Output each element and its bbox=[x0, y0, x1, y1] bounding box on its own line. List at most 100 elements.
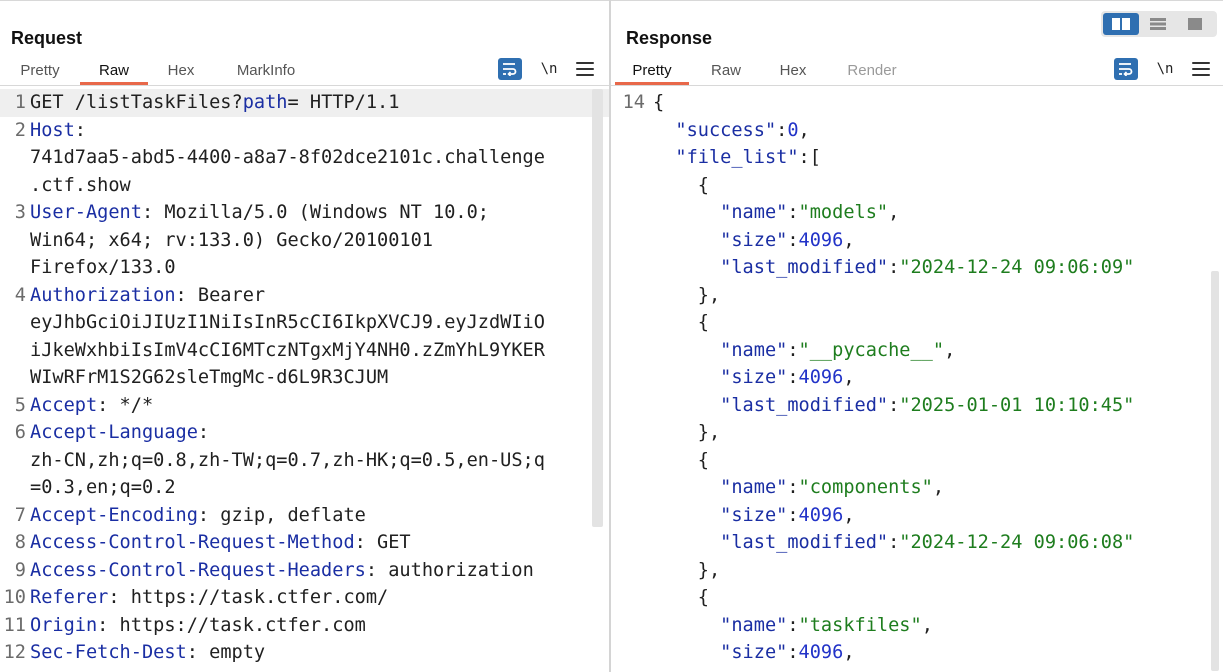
line-content: "size":4096, bbox=[653, 364, 1223, 392]
line-content: Authorization: Bearer bbox=[30, 282, 609, 310]
line-content: }, bbox=[653, 557, 1223, 585]
request-tab-pretty[interactable]: Pretty bbox=[0, 55, 80, 85]
request-menu-button[interactable] bbox=[576, 62, 594, 76]
response-pane: Response Pretty Raw Hex Render \n 14 { "s… bbox=[611, 0, 1223, 672]
line-number bbox=[611, 144, 653, 172]
line-content: "size":4096, bbox=[653, 502, 1223, 530]
response-tab-hex[interactable]: Hex bbox=[763, 55, 823, 85]
line-number bbox=[611, 364, 653, 392]
request-tab-hex[interactable]: Hex bbox=[148, 55, 214, 85]
response-scrollbar[interactable] bbox=[1211, 271, 1219, 671]
request-word-wrap-button[interactable] bbox=[498, 58, 522, 80]
response-tab-render[interactable]: Render bbox=[823, 55, 921, 85]
request-pane: Request Pretty Raw Hex MarkInfo \n 1 GET … bbox=[0, 0, 609, 672]
line-number bbox=[611, 337, 653, 365]
response-editor[interactable]: 14{ "success":0, "file_list":[ { "name":… bbox=[611, 89, 1223, 672]
code-line: 5 Accept: */* bbox=[0, 392, 609, 420]
code-token: : bbox=[888, 532, 900, 553]
line-number bbox=[611, 172, 653, 200]
line-content: User-Agent: Mozilla/5.0 (Windows NT 10.0… bbox=[30, 199, 609, 227]
line-number: 4 bbox=[14, 284, 26, 306]
code-token: Referer bbox=[30, 587, 109, 608]
code-token: WIwRFrM1S2G62sleTmgMc-d6L9R3CJUM bbox=[30, 367, 389, 388]
code-token: "name" bbox=[720, 339, 788, 361]
layout-stacked-button[interactable] bbox=[1140, 13, 1176, 35]
request-toolbar: \n bbox=[498, 57, 594, 81]
request-scrollbar[interactable] bbox=[592, 89, 603, 527]
code-token: Win64; x64; rv:133.0) Gecko/20100101 bbox=[30, 229, 433, 251]
response-menu-button[interactable] bbox=[1192, 62, 1210, 76]
code-line: =0.3,en;q=0.2 bbox=[0, 474, 609, 502]
line-number: 8 bbox=[14, 532, 26, 553]
line-number bbox=[611, 584, 653, 612]
line-number bbox=[0, 227, 30, 255]
line-number: 12 bbox=[3, 642, 26, 663]
code-line: { bbox=[611, 309, 1223, 337]
code-token: "2024-12-24 09:06:09" bbox=[899, 257, 1135, 278]
line-content: { bbox=[653, 447, 1223, 475]
response-word-wrap-button[interactable] bbox=[1114, 58, 1138, 80]
request-tab-markinfo[interactable]: MarkInfo bbox=[214, 55, 318, 85]
line-content: WIwRFrM1S2G62sleTmgMc-d6L9R3CJUM bbox=[30, 364, 609, 392]
request-title: Request bbox=[11, 28, 83, 48]
code-line: "size":4096, bbox=[611, 639, 1223, 667]
request-editor[interactable]: 1 GET /listTaskFiles?path= HTTP/1.1 2 Host:… bbox=[0, 89, 609, 672]
line-content: "name":"__pycache__", bbox=[653, 337, 1223, 365]
code-token: : bbox=[787, 367, 799, 388]
code-token: "models" bbox=[798, 202, 889, 223]
line-number bbox=[611, 502, 653, 530]
line-content: Win64; x64; rv:133.0) Gecko/20100101 bbox=[30, 227, 609, 255]
code-token: "components" bbox=[798, 477, 933, 498]
line-content: "last_modified":"2025-01-01 10:10:45" bbox=[653, 392, 1223, 420]
line-content: { bbox=[653, 89, 1223, 117]
code-line: zh-CN,zh;q=0.8,zh-TW;q=0.7,zh-HK;q=0.5,e… bbox=[0, 447, 609, 475]
code-token: "taskfiles" bbox=[798, 614, 922, 636]
code-line: 14 { bbox=[611, 89, 1223, 117]
layout-single-button[interactable] bbox=[1177, 13, 1213, 35]
code-token: "name" bbox=[720, 614, 788, 636]
response-show-newlines-button[interactable]: \n bbox=[1154, 61, 1176, 77]
response-tab-raw[interactable]: Raw bbox=[689, 55, 763, 85]
code-token: "size" bbox=[720, 229, 788, 251]
line-number: 6 bbox=[14, 422, 26, 443]
code-token: iJkeWxhbiIsImV4cCI6MTczNTgxMjY4NH0.zZmYh… bbox=[30, 339, 545, 361]
line-content: "size":4096, bbox=[653, 227, 1223, 255]
code-token: , bbox=[843, 367, 855, 388]
line-number: 7 bbox=[14, 504, 26, 526]
code-token: }, bbox=[653, 422, 721, 443]
code-token: =0.3,en;q=0.2 bbox=[30, 477, 176, 498]
layout-toggle bbox=[1101, 11, 1217, 37]
line-number bbox=[0, 364, 30, 392]
code-token: "size" bbox=[720, 367, 788, 388]
hamburger-menu-icon bbox=[1192, 62, 1210, 64]
code-line: "size":4096, bbox=[611, 502, 1223, 530]
line-content: Accept: */* bbox=[30, 392, 609, 420]
code-token: : bbox=[787, 202, 799, 223]
response-tab-pretty[interactable]: Pretty bbox=[615, 55, 689, 85]
code-line: 12 Sec-Fetch-Dest: empty bbox=[0, 639, 609, 667]
line-content: "name":"models", bbox=[653, 199, 1223, 227]
code-token: : bbox=[888, 394, 900, 416]
response-title: Response bbox=[626, 28, 713, 48]
line-number bbox=[0, 309, 30, 337]
code-token: :[ bbox=[798, 147, 821, 168]
line-content: "size":4096, bbox=[653, 639, 1223, 667]
request-show-newlines-button[interactable]: \n bbox=[538, 61, 560, 77]
line-content: Sec-Fetch-Mode: cors bbox=[30, 667, 609, 672]
line-number: 13 bbox=[0, 667, 30, 672]
request-tab-raw[interactable]: Raw bbox=[80, 55, 148, 85]
code-line: "last_modified":"2024-12-24 09:06:08" bbox=[611, 529, 1223, 557]
code-token: : bbox=[787, 339, 799, 361]
line-content: Host: bbox=[30, 117, 609, 145]
code-line: { bbox=[611, 584, 1223, 612]
code-token: Accept bbox=[30, 394, 98, 416]
line-number bbox=[611, 392, 653, 420]
line-content: "success":0, bbox=[653, 117, 1223, 145]
line-content: Accept-Language: bbox=[30, 419, 609, 447]
layout-side-by-side-button[interactable] bbox=[1103, 13, 1139, 35]
